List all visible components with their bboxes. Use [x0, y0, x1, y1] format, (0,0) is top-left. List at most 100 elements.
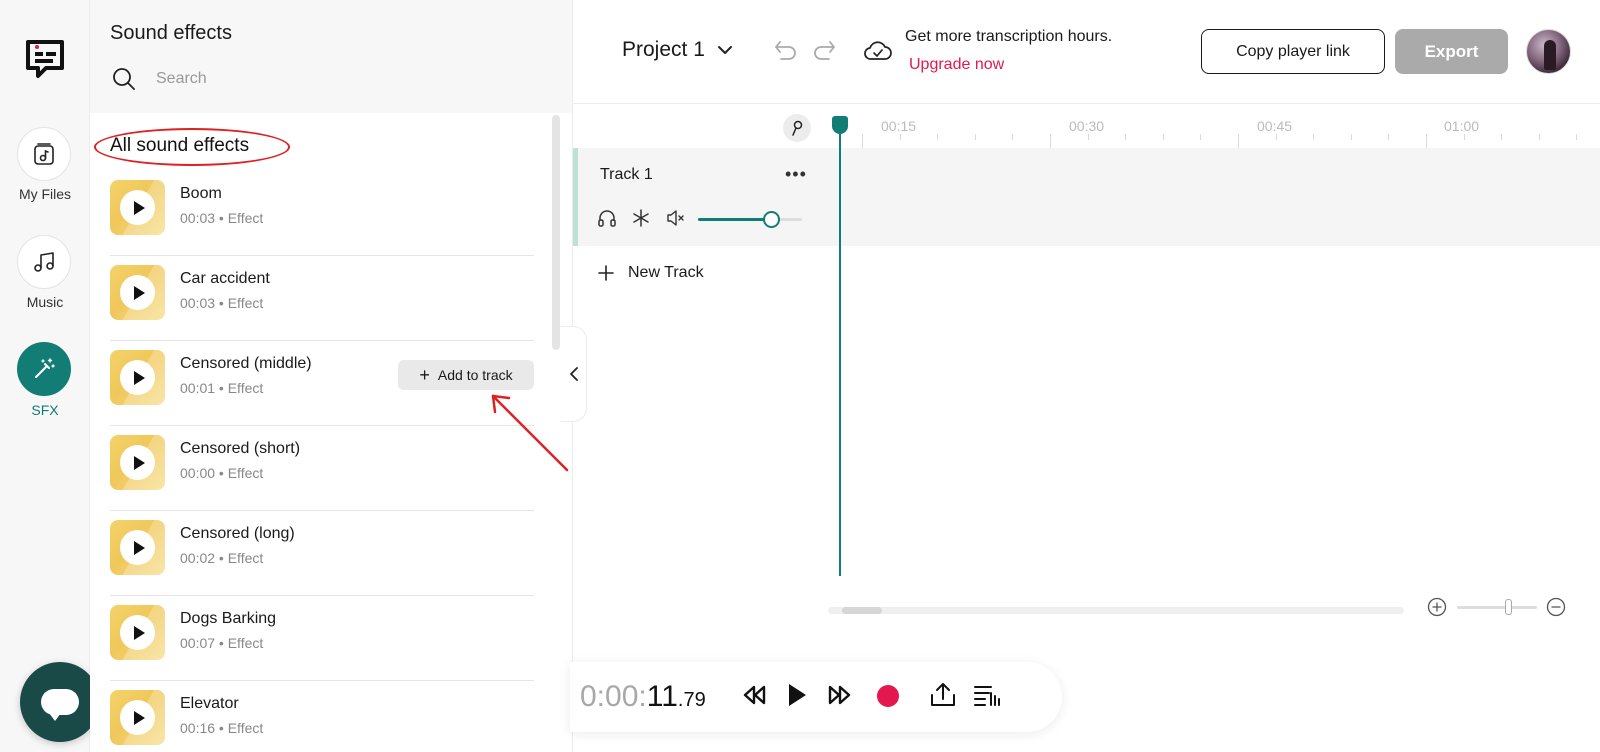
ruler-tick [974, 134, 976, 140]
my-files-label: My Files [18, 186, 72, 202]
redo-icon[interactable] [811, 38, 837, 62]
ruler-tick [1275, 134, 1277, 140]
sfx-thumbnail [110, 265, 165, 320]
music-button[interactable] [17, 235, 71, 289]
play-button[interactable] [120, 360, 155, 395]
plus-icon: + [419, 365, 430, 385]
play-button[interactable] [120, 275, 155, 310]
sfx-button[interactable] [17, 342, 71, 396]
ruler-tick [1087, 134, 1089, 140]
music-label: Music [26, 294, 64, 310]
app-logo-icon[interactable] [24, 38, 66, 80]
sfx-list-item[interactable]: Censored (middle) 00:01 • Effect + Add to… [110, 341, 534, 426]
time-fraction: .79 [677, 689, 706, 711]
play-button[interactable] [120, 530, 155, 565]
upgrade-link[interactable]: Upgrade now [909, 56, 1004, 74]
add-to-track-button[interactable]: + Add to track [398, 360, 534, 390]
sfx-thumbnail [110, 350, 165, 405]
tick-label: 00:45 [1257, 118, 1293, 134]
play-icon[interactable] [784, 680, 810, 710]
playhead-handle[interactable] [832, 116, 848, 134]
sfx-name: Censored (long) [180, 525, 295, 542]
export-button[interactable]: Export [1395, 29, 1508, 74]
sfx-meta: 00:16 • Effect [180, 720, 264, 736]
play-button[interactable] [120, 190, 155, 225]
play-button[interactable] [120, 615, 155, 650]
playhead-line [839, 126, 841, 576]
sfx-label: SFX [31, 402, 59, 418]
sfx-name: Elevator [180, 695, 239, 712]
undo-icon[interactable] [773, 38, 799, 62]
sfx-list-item[interactable]: Censored (short) 00:00 • Effect [110, 426, 534, 511]
volume-slider[interactable] [698, 211, 802, 228]
new-track-label: New Track [628, 264, 704, 281]
annotation-arrow [491, 394, 569, 472]
project-name: Project 1 [622, 38, 705, 61]
play-icon [133, 710, 145, 725]
track-name: Track 1 [600, 166, 653, 183]
share-upload-icon[interactable] [928, 680, 958, 710]
left-rail: My Files Music SFX [0, 0, 100, 752]
zoom-in-icon[interactable] [1427, 597, 1447, 617]
play-button[interactable] [120, 700, 155, 735]
timeline-ruler[interactable]: 00:15 00:30 00:45 01:00 [573, 104, 1600, 148]
ruler-tick [1463, 134, 1465, 140]
sfx-list-item[interactable]: Censored (long) 00:02 • Effect [110, 511, 534, 596]
record-button[interactable] [877, 685, 899, 707]
search-input[interactable] [156, 66, 536, 92]
sfx-meta: 00:02 • Effect [180, 550, 264, 566]
zoom-knob[interactable] [1505, 599, 1512, 615]
zoom-slider[interactable] [1457, 599, 1537, 615]
magic-wand-icon [35, 358, 55, 378]
ruler-tick [1313, 134, 1315, 140]
time-seconds: 11 [646, 680, 678, 713]
transport-bar: 0:00:11.79 [570, 662, 1062, 732]
marker-pin-icon [792, 120, 803, 136]
headphones-icon[interactable] [597, 208, 617, 228]
rewind-icon[interactable] [740, 680, 770, 710]
track-accent [573, 148, 578, 246]
ruler-tick [1050, 134, 1051, 148]
ruler-tick [1125, 134, 1127, 140]
timeline-scrollbar[interactable] [828, 607, 1404, 614]
chevron-left-icon [569, 367, 578, 381]
sfx-name: Censored (middle) [180, 355, 312, 372]
zoom-out-icon[interactable] [1546, 597, 1566, 617]
user-avatar[interactable] [1526, 29, 1571, 74]
add-to-track-label: Add to track [437, 367, 513, 383]
play-button[interactable] [120, 445, 155, 480]
new-track-button[interactable]: New Track [598, 264, 704, 282]
ruler-tick [1388, 134, 1390, 140]
playlist-icon[interactable] [972, 680, 1004, 710]
freeze-icon[interactable] [631, 208, 651, 228]
copy-player-link-button[interactable]: Copy player link [1201, 29, 1385, 74]
volume-fill [698, 218, 771, 221]
timeline-scrollbar-thumb[interactable] [842, 607, 882, 614]
project-selector[interactable]: Project 1 [622, 38, 733, 62]
ruler-tick [1162, 134, 1164, 140]
top-bar: Project 1 Get more transcription hours. … [573, 0, 1600, 104]
sfx-list-item[interactable]: Car accident 00:03 • Effect [110, 256, 534, 341]
track-row[interactable]: Track 1 ••• [573, 148, 1600, 246]
sfx-list-item[interactable]: Elevator 00:16 • Effect [110, 681, 534, 752]
time-display: 0:00:11.79 [580, 680, 706, 714]
play-icon [133, 625, 145, 640]
chat-support-button[interactable] [20, 662, 100, 742]
sfx-list-item[interactable]: Dogs Barking 00:07 • Effect [110, 596, 534, 681]
fast-forward-icon[interactable] [824, 680, 854, 710]
sfx-meta: 00:03 • Effect [180, 295, 264, 311]
my-files-button[interactable] [17, 127, 71, 181]
sfx-thumbnail [110, 435, 165, 490]
ruler-tick [1501, 134, 1503, 140]
ruler-tick [1576, 134, 1578, 140]
track-more-button[interactable]: ••• [785, 164, 807, 185]
mute-icon[interactable] [665, 208, 687, 228]
marker-pin-button[interactable] [783, 114, 811, 142]
sfx-meta: 00:03 • Effect [180, 210, 264, 226]
panel-scrollbar[interactable] [552, 115, 560, 350]
play-icon [133, 540, 145, 555]
sfx-list-item[interactable]: Boom 00:03 • Effect [110, 171, 534, 256]
sfx-name: Boom [180, 185, 222, 202]
section-title: All sound effects [110, 135, 250, 156]
volume-knob[interactable] [762, 211, 780, 228]
